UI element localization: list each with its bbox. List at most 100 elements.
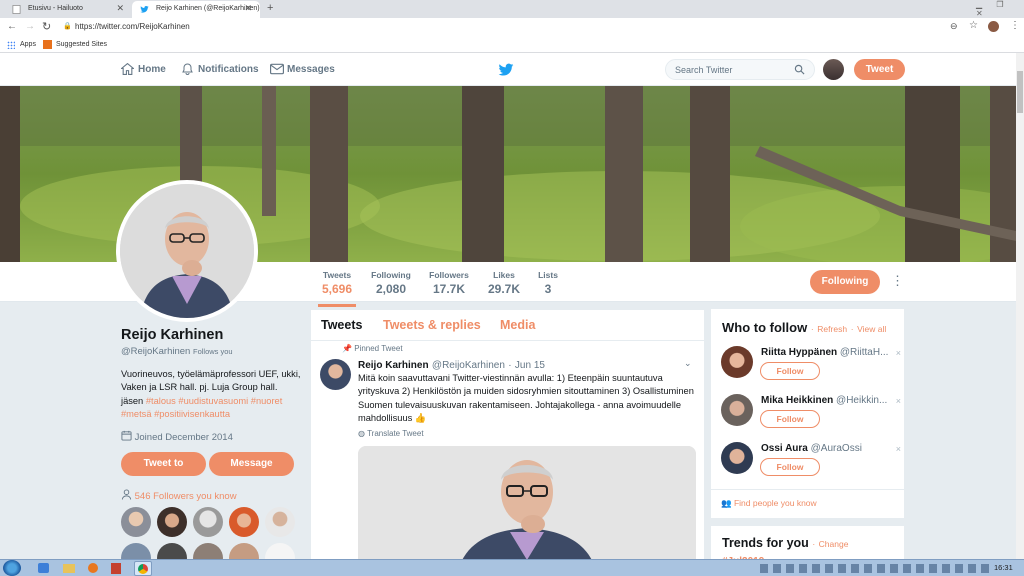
dismiss-icon[interactable]: ×	[896, 444, 901, 454]
follow-button[interactable]: Follow	[760, 410, 820, 428]
hashtag-link[interactable]: #positiivisenkautta	[154, 409, 230, 419]
profile-avatar[interactable]	[116, 180, 258, 322]
stat-likes[interactable]: Likes 29.7K	[485, 270, 523, 296]
suggested-user-avatar[interactable]	[721, 442, 753, 474]
view-all-link[interactable]: View all	[857, 324, 886, 334]
trends-header: Trends for you · Change	[722, 536, 849, 550]
divider	[311, 340, 704, 341]
suggested-user-name-line[interactable]: Mika Heikkinen @Heikkin...	[761, 395, 889, 406]
menu-dots-icon[interactable]: ⋮	[1010, 20, 1020, 31]
follower-avatar[interactable]	[229, 507, 259, 537]
browser-tab-hailuoto[interactable]: Etusivu - Hailuoto ✕	[4, 1, 132, 18]
more-options-icon[interactable]: ⋮	[891, 273, 904, 289]
stat-tweets[interactable]: Tweets 5,696	[318, 270, 356, 307]
tweet-to-button[interactable]: Tweet to	[121, 452, 206, 476]
suggested-user-avatar[interactable]	[721, 346, 753, 378]
chevron-down-icon[interactable]: ⌄	[684, 358, 692, 369]
taskbar-clock[interactable]: 16:31	[994, 563, 1013, 572]
stat-value: 17.7K	[432, 282, 466, 296]
browser-tab-twitter[interactable]: Reijo Karhinen (@ReijoKarhinen) ✕	[132, 1, 260, 18]
stat-followers[interactable]: Followers 17.7K	[427, 270, 471, 296]
close-icon[interactable]: ✕	[116, 3, 124, 14]
following-button[interactable]: Following	[810, 270, 880, 294]
follower-avatar[interactable]	[157, 507, 187, 537]
tab-tweets[interactable]: Tweets	[321, 318, 362, 332]
star-icon[interactable]: ☆	[969, 20, 978, 31]
stat-label: Following	[371, 270, 411, 280]
stat-following[interactable]: Following 2,080	[368, 270, 414, 296]
reload-icon[interactable]: ↻	[42, 20, 51, 33]
stat-value: 2,080	[375, 282, 407, 296]
start-button[interactable]	[3, 560, 21, 576]
back-arrow-icon[interactable]: ←	[7, 21, 17, 32]
find-people-text: Find people you know	[733, 498, 817, 508]
nav-home[interactable]: Home	[121, 63, 166, 75]
joined-date: Joined December 2014	[121, 430, 233, 443]
tweet-author-name[interactable]: Reijo Karhinen	[358, 360, 429, 371]
suggested-sites-icon	[43, 40, 52, 49]
apps-bookmark[interactable]: Apps	[20, 41, 36, 48]
forward-arrow-icon[interactable]: →	[25, 21, 35, 32]
followers-you-know-link[interactable]: 546 Followers you know	[121, 489, 237, 502]
scrollbar-thumb[interactable]	[1017, 71, 1023, 113]
suggested-user-name-line[interactable]: Ossi Aura @AuraOssi	[761, 443, 889, 454]
close-icon[interactable]: ✕	[244, 3, 252, 14]
ie-icon[interactable]	[38, 563, 49, 573]
twitter-logo-icon[interactable]	[498, 63, 514, 77]
stat-label: Tweets	[322, 270, 352, 280]
stat-value: 3	[544, 282, 552, 296]
translate-tweet-link[interactable]: ◍ Translate Tweet	[358, 429, 424, 438]
media-player-icon[interactable]	[88, 563, 98, 573]
profile-handle[interactable]: @ReijoKarhinen	[121, 346, 190, 357]
suggested-user: Ossi Aura @AuraOssi Follow ×	[721, 442, 901, 486]
system-tray-icons[interactable]	[760, 564, 990, 573]
message-button[interactable]: Message	[209, 452, 294, 476]
tweet-button[interactable]: Tweet	[854, 59, 905, 80]
tweet-media-image[interactable]	[358, 446, 696, 570]
nav-notifications[interactable]: Notifications	[181, 63, 259, 75]
who-to-follow-header: Who to follow · Refresh · View all	[722, 320, 887, 335]
find-people-link[interactable]: 👥 Find people you know	[721, 498, 817, 509]
search-placeholder: Search Twitter	[675, 65, 733, 75]
tweet-author-avatar[interactable]	[320, 359, 351, 390]
nav-messages[interactable]: Messages	[270, 63, 335, 75]
folder-icon[interactable]	[63, 564, 75, 573]
window-controls[interactable]: ▁ ❐ ✕	[976, 0, 1024, 18]
follower-avatar[interactable]	[193, 507, 223, 537]
dismiss-icon[interactable]: ×	[896, 396, 901, 406]
pdf-icon[interactable]	[111, 563, 121, 574]
bell-icon	[182, 63, 193, 75]
search-input[interactable]: Search Twitter	[665, 59, 815, 80]
follow-button[interactable]: Follow	[760, 458, 820, 476]
trends-title: Trends for you	[722, 536, 809, 550]
new-tab-icon[interactable]: +	[267, 2, 273, 14]
suggested-sites-bookmark[interactable]: Suggested Sites	[56, 41, 107, 48]
follow-button[interactable]: Follow	[760, 362, 820, 380]
chrome-taskbar-button[interactable]	[134, 561, 152, 576]
divider	[711, 489, 904, 490]
tab-tweets-replies[interactable]: Tweets & replies	[383, 318, 481, 332]
stat-lists[interactable]: Lists 3	[535, 270, 561, 296]
refresh-link[interactable]: Refresh	[817, 324, 847, 334]
zoom-icon[interactable]: ⊖	[950, 21, 958, 32]
tweet-author-handle[interactable]: @ReijoKarhinen	[432, 360, 505, 371]
follower-avatar[interactable]	[265, 507, 295, 537]
dismiss-icon[interactable]: ×	[896, 348, 901, 358]
suggested-user-avatar[interactable]	[721, 394, 753, 426]
address-bar[interactable]: https://twitter.com/ReijoKarhinen	[75, 22, 190, 31]
tweet-date[interactable]: Jun 15	[515, 360, 545, 371]
page-scrollbar[interactable]	[1016, 53, 1024, 559]
hashtag-link[interactable]: #uudistuvasuomi	[178, 396, 248, 406]
who-to-follow-panel: Who to follow · Refresh · View all Riitt…	[711, 309, 904, 518]
translate-text: Translate Tweet	[367, 429, 424, 438]
hashtag-link[interactable]: #nuoret	[251, 396, 283, 406]
suggested-user-name-line[interactable]: Riitta Hyppänen @RiittaH...	[761, 347, 889, 358]
user-avatar[interactable]	[823, 59, 844, 80]
profile-avatar-icon[interactable]	[988, 21, 999, 32]
hashtag-link[interactable]: #talous	[146, 396, 176, 406]
search-icon[interactable]	[794, 64, 805, 75]
tab-media[interactable]: Media	[500, 318, 535, 332]
hashtag-link[interactable]: #metsä	[121, 409, 152, 419]
change-trends-link[interactable]: Change	[819, 539, 849, 549]
follower-avatar[interactable]	[121, 507, 151, 537]
